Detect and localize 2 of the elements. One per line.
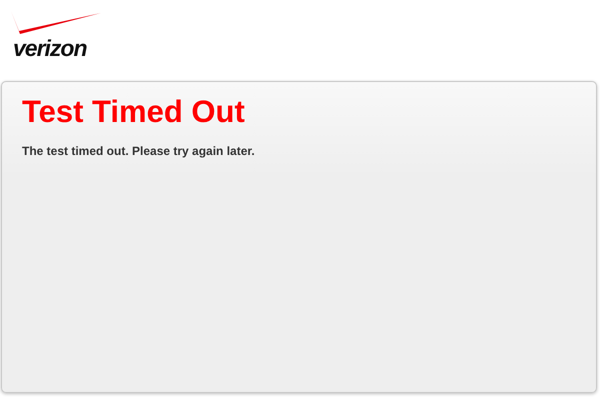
result-message: The test timed out. Please try again later.: [22, 144, 256, 158]
result-title: Test Timed Out: [22, 94, 246, 130]
